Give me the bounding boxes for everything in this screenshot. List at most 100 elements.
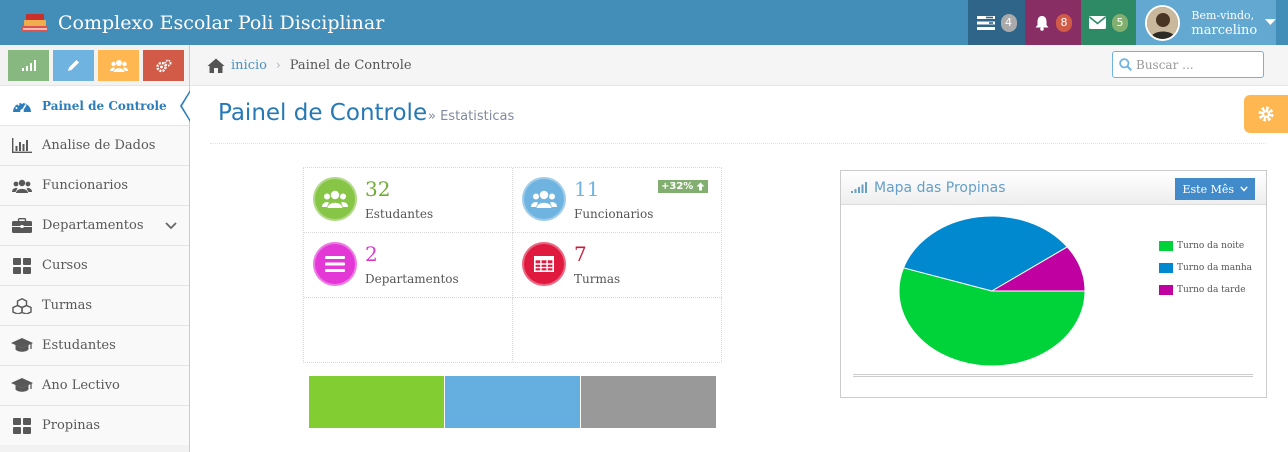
- infobox-value: 32: [365, 177, 391, 201]
- widget-title: Mapa das Propinas: [874, 179, 1006, 196]
- sidebar-item-label: Cursos: [42, 258, 88, 273]
- cogs-icon: [155, 59, 171, 72]
- legend-item: Turno da tarde: [1159, 279, 1252, 301]
- tasks-menu[interactable]: 4: [968, 0, 1025, 45]
- sidebar-item-label: Turmas: [42, 298, 93, 313]
- sidebar: Painel de Controle Analise de Dados Func…: [0, 45, 191, 452]
- infobox-empty: [304, 298, 513, 362]
- infobox-label: Departamentos: [365, 272, 459, 286]
- users-icon: [522, 177, 566, 221]
- infobox-empty: [513, 298, 722, 362]
- user-welcome: Bem-vindo,: [1191, 8, 1255, 22]
- notifications-menu[interactable]: 8: [1025, 0, 1081, 45]
- legend-swatch: [1159, 285, 1173, 295]
- grid-icon: [11, 417, 33, 435]
- users-icon: [11, 177, 33, 195]
- strip-block-green: [309, 376, 444, 428]
- messages-menu[interactable]: 5: [1081, 0, 1136, 45]
- widget-divider: [853, 374, 1253, 377]
- shortcut-edit-button[interactable]: [53, 50, 94, 81]
- sidebar-item-label: Funcionarios: [42, 178, 129, 193]
- cubes-icon: [11, 297, 33, 315]
- top-navbar: Complexo Escolar Poli Disciplinar 4 8 5 …: [0, 0, 1288, 45]
- chevron-down-icon: [165, 221, 177, 229]
- breadcrumb-current: Painel de Controle: [289, 57, 412, 73]
- shortcut-settings-button[interactable]: [143, 50, 184, 81]
- sidebar-item-label: Departamentos: [42, 218, 144, 233]
- user-menu[interactable]: Bem-vindo, marcelino: [1136, 0, 1276, 45]
- breadcrumb: inicio › Painel de Controle: [190, 45, 1288, 86]
- gear-icon: [1258, 106, 1274, 122]
- infobox-turmas: 7 Turmas: [513, 233, 722, 298]
- sidebar-item-turmas[interactable]: Turmas: [0, 285, 189, 325]
- search-box[interactable]: [1112, 51, 1264, 78]
- pie-chart: [898, 215, 1086, 367]
- legend-swatch: [1159, 241, 1173, 251]
- bar-chart-icon: [11, 137, 33, 155]
- arrow-up-icon: [696, 182, 705, 191]
- sidebar-item-label: Estudantes: [42, 338, 116, 353]
- bell-icon: [1035, 15, 1049, 31]
- legend-label: Turno da noite: [1177, 241, 1245, 251]
- growth-badge: +32%: [658, 180, 709, 193]
- legend-label: Turno da manha: [1177, 263, 1253, 273]
- growth-badge-text: +32%: [661, 181, 694, 192]
- messages-badge: 5: [1112, 13, 1128, 32]
- sidebar-item-estudantes[interactable]: Estudantes: [0, 325, 189, 365]
- graduation-cap-icon: [11, 377, 33, 395]
- settings-button[interactable]: [1244, 95, 1288, 133]
- home-icon[interactable]: [207, 58, 225, 73]
- books-logo-icon: [20, 12, 50, 34]
- legend-item: Turno da noite: [1159, 235, 1252, 257]
- infobox-value: 11: [574, 177, 600, 201]
- legend-label: Turno da tarde: [1177, 285, 1246, 295]
- period-dropdown-label: Este Mês: [1182, 182, 1234, 196]
- app-title: Complexo Escolar Poli Disciplinar: [58, 11, 385, 34]
- color-strip: [309, 376, 717, 428]
- caret-down-icon: [1265, 19, 1276, 25]
- signal-icon: [851, 182, 867, 193]
- breadcrumb-home-link[interactable]: inicio: [231, 58, 267, 73]
- group-icon: [109, 60, 128, 72]
- sidebar-item-cursos[interactable]: Cursos: [0, 245, 189, 285]
- user-name: marcelino: [1191, 22, 1258, 38]
- dashboard-icon: [11, 97, 33, 115]
- list-icon: [313, 242, 357, 286]
- strip-block-blue: [445, 376, 580, 428]
- brand[interactable]: Complexo Escolar Poli Disciplinar: [20, 0, 384, 45]
- sidebar-item-label: Analise de Dados: [42, 138, 156, 153]
- sidebar-item-label: Propinas: [42, 418, 101, 433]
- chart-legend: Turno da noite Turno da manha Turno da tar…: [1159, 235, 1252, 301]
- sidebar-item-propinas[interactable]: Propinas: [0, 405, 189, 445]
- sidebar-item-painel-de-controle[interactable]: Painel de Controle: [0, 85, 191, 125]
- infobox-estudantes: 32 Estudantes: [304, 168, 513, 233]
- legend-swatch: [1159, 263, 1173, 273]
- tasks-badge: 4: [1000, 13, 1017, 32]
- period-dropdown[interactable]: Este Mês: [1175, 178, 1255, 200]
- shortcut-users-button[interactable]: [98, 50, 139, 81]
- breadcrumb-separator: ›: [275, 58, 281, 72]
- infobox-label: Estudantes: [365, 207, 434, 221]
- page-subtitle: » Estatisticas: [428, 109, 515, 124]
- chevron-down-icon: [1240, 186, 1248, 192]
- sidebar-item-analise-de-dados[interactable]: Analise de Dados: [0, 125, 189, 165]
- strip-block-gray: [581, 376, 716, 428]
- widget-header: Mapa das Propinas Este Mês: [841, 171, 1266, 205]
- sidebar-item-funcionarios[interactable]: Funcionarios: [0, 165, 189, 205]
- search-input[interactable]: [1136, 57, 1261, 72]
- tasks-icon: [976, 15, 995, 30]
- briefcase-icon: [11, 217, 33, 235]
- users-icon: [313, 177, 357, 221]
- sidebar-shortcuts: [0, 45, 189, 85]
- search-icon: [1119, 58, 1132, 71]
- infobox-funcionarios: 11 Funcionarios +32%: [513, 168, 722, 233]
- legend-item: Turno da manha: [1159, 257, 1252, 279]
- notifications-badge: 8: [1056, 13, 1072, 32]
- infobox-value: 7: [574, 242, 587, 266]
- infobox-value: 2: [365, 242, 378, 266]
- infobox-grid: 32 Estudantes 11 Funcionarios +32% 2 Dep…: [303, 167, 722, 363]
- table-icon: [522, 242, 566, 286]
- shortcut-stats-button[interactable]: [8, 50, 49, 81]
- sidebar-item-ano-lectivo[interactable]: Ano Lectivo: [0, 365, 189, 405]
- sidebar-item-departamentos[interactable]: Departamentos: [0, 205, 189, 245]
